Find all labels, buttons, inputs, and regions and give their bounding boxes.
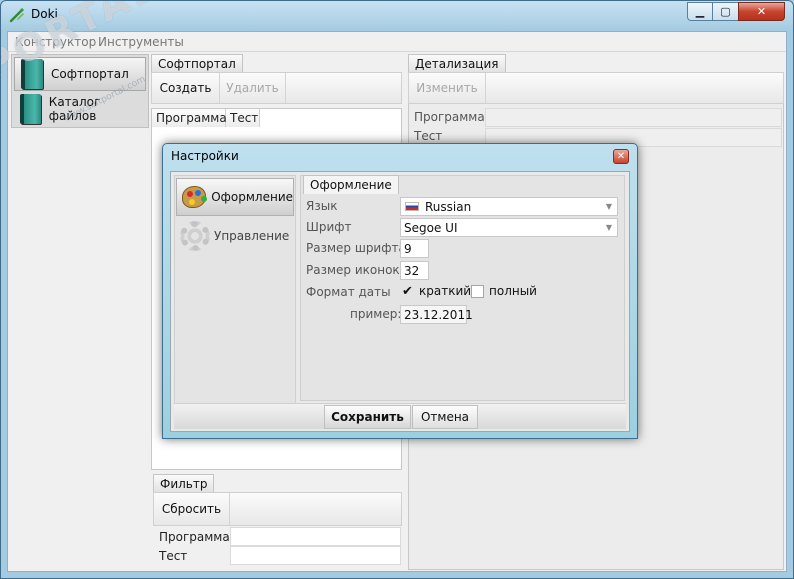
softportal-toolbar: Создать Удалить — [151, 72, 402, 104]
gear-icon — [180, 221, 210, 251]
close-icon: ✕ — [616, 151, 626, 162]
date-short-label: краткий — [419, 284, 472, 298]
filter-row-test-label: Тест — [159, 548, 188, 563]
date-long-label: полный — [489, 284, 537, 298]
font-value: Segoe UI — [404, 220, 458, 235]
font-label: Шрифт — [306, 220, 352, 234]
dialog-nav-control[interactable]: Управление — [176, 217, 294, 255]
language-select[interactable]: Russian ▼ — [400, 197, 618, 216]
minimize-icon: ▁ — [695, 5, 705, 18]
column-header-program[interactable]: Программа — [152, 109, 227, 127]
menu-tools[interactable]: Инструменты — [98, 35, 184, 49]
filter-row-program-label: Программа — [159, 529, 230, 544]
date-short-checkbox[interactable]: ✔ краткий — [401, 283, 472, 299]
settings-dialog: Настройки ✕ Оформление Управление Оформл… — [162, 143, 638, 439]
chevron-down-icon: ▼ — [605, 223, 613, 232]
tab-appearance[interactable]: Оформление — [303, 175, 399, 194]
tab-filter[interactable]: Фильтр — [153, 474, 215, 492]
font-size-input[interactable]: 9 — [400, 239, 429, 258]
menu-constructor[interactable]: Конструктор — [15, 35, 96, 49]
checkbox-empty-icon — [471, 284, 484, 298]
dialog-button-bar: Сохранить Отмена — [174, 403, 626, 429]
tab-detail[interactable]: Детализация — [408, 54, 506, 72]
maximize-button[interactable]: ▢ — [712, 2, 739, 21]
dialog-body: Оформление Управление Оформление Язык Ru… — [170, 171, 630, 432]
save-button[interactable]: Сохранить — [324, 405, 411, 429]
example-label: пример: — [350, 307, 402, 321]
book-icon — [20, 94, 41, 124]
cancel-button[interactable]: Отмена — [412, 405, 478, 429]
filter-fields: Программа Тест — [153, 526, 402, 566]
detail-program-value — [485, 108, 782, 127]
book-icon — [21, 59, 43, 89]
filter-test-input[interactable] — [230, 546, 401, 565]
dialog-title: Настройки — [171, 149, 239, 163]
date-format-label: Формат даты — [306, 285, 391, 299]
filter-program-input[interactable] — [230, 527, 401, 546]
dialog-nav-label: Оформление — [211, 190, 293, 204]
nav-item-label: Софтпортал — [51, 67, 129, 81]
dialog-close-button[interactable]: ✕ — [613, 149, 629, 164]
dialog-nav-appearance[interactable]: Оформление — [176, 178, 294, 216]
palette-icon — [182, 186, 207, 208]
dialog-nav-label: Управление — [214, 229, 290, 243]
minimize-button[interactable]: ▁ — [687, 2, 713, 21]
close-button[interactable]: ✕ — [738, 2, 785, 21]
detail-row-test-label: Тест — [414, 129, 443, 143]
nav-item-label: Каталог файлов — [48, 95, 101, 123]
reset-button[interactable]: Сбросить — [154, 493, 230, 525]
menu-bar: Конструктор Инструменты — [8, 32, 786, 52]
example-value: 23.12.2011 — [400, 305, 473, 324]
delete-button[interactable]: Удалить — [220, 73, 286, 103]
language-label: Язык — [306, 199, 338, 213]
date-long-checkbox[interactable]: полный — [471, 284, 537, 298]
checkmark-icon: ✔ — [402, 283, 413, 299]
left-navigation: Софтпортал Каталог файлов — [11, 54, 149, 128]
nav-item-softportal[interactable]: Софтпортал — [14, 57, 146, 91]
title-bar[interactable]: Doki ▁ ▢ ✕ — [1, 1, 793, 29]
filter-toolbar: Сбросить — [153, 492, 402, 526]
maximize-icon: ▢ — [720, 5, 731, 18]
detail-row-program-label: Программа — [414, 110, 485, 124]
close-icon: ✕ — [756, 5, 767, 18]
russia-flag-icon — [405, 202, 419, 211]
icon-size-input[interactable]: 32 — [400, 261, 429, 280]
dialog-sidebar: Оформление Управление — [174, 175, 296, 427]
language-value: Russian — [425, 199, 472, 214]
window-title: Doki — [31, 7, 58, 21]
chevron-down-icon: ▼ — [605, 202, 613, 211]
create-button[interactable]: Создать — [152, 73, 220, 103]
app-icon — [9, 8, 24, 23]
icon-size-label: Размер иконок — [306, 263, 400, 277]
edit-button[interactable]: Изменить — [409, 73, 486, 103]
app-window: Doki ▁ ▢ ✕ Конструктор Инструменты Софтп… — [0, 0, 794, 579]
column-header-test[interactable]: Тест — [226, 109, 260, 127]
nav-item-file-catalog[interactable]: Каталог файлов — [14, 92, 146, 126]
detail-toolbar: Изменить — [408, 72, 784, 104]
font-select[interactable]: Segoe UI ▼ — [400, 218, 618, 237]
tab-softportal[interactable]: Софтпортал — [151, 54, 243, 72]
font-size-label: Размер шрифта — [306, 241, 406, 255]
